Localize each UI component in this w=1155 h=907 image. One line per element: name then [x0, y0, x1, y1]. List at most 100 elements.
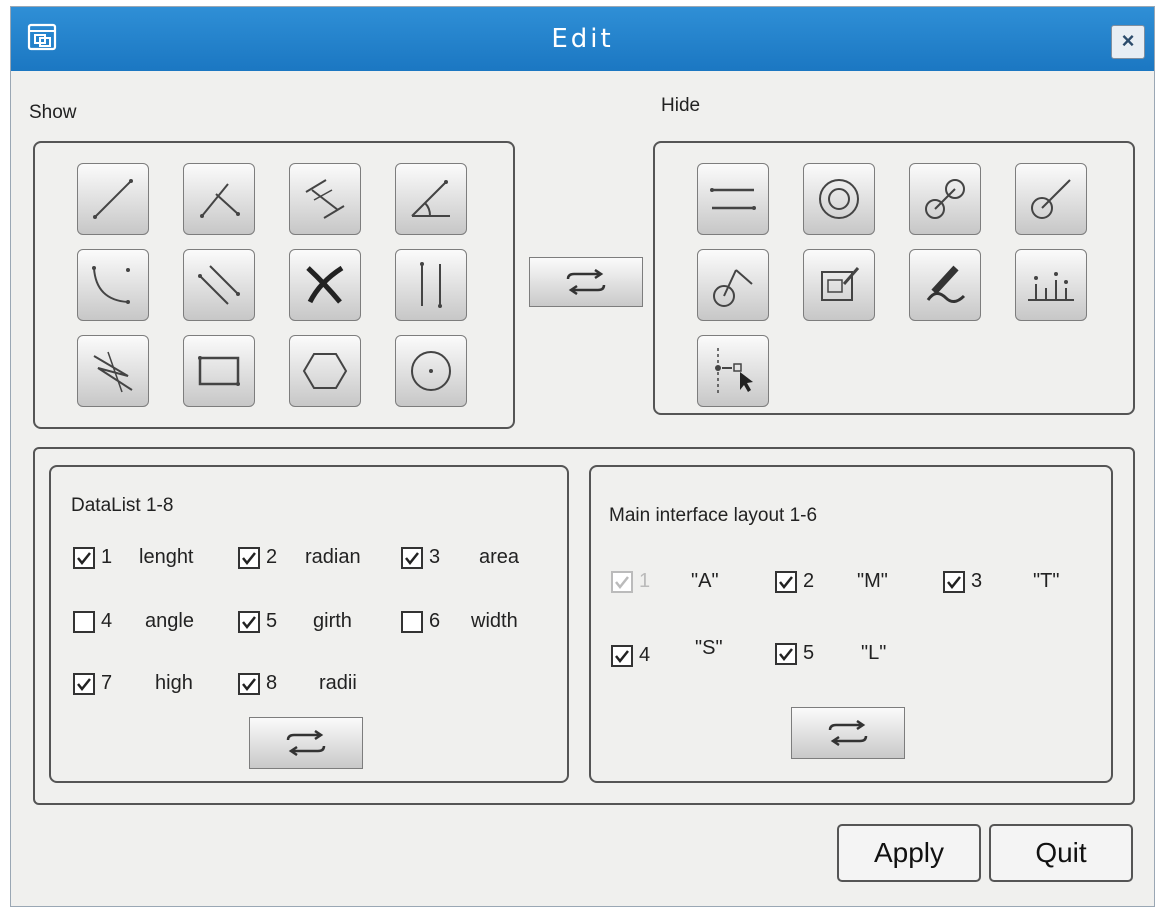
tool-arc-button[interactable] — [77, 249, 149, 321]
datalist-checkbox-5[interactable] — [238, 611, 260, 633]
datalist-checkbox-8[interactable] — [238, 673, 260, 695]
tool-parallel-distance-button[interactable] — [289, 163, 361, 235]
layout-swap-button[interactable] — [791, 707, 905, 759]
tool-point-select-button[interactable] — [697, 335, 769, 407]
datalist-label-2: radian — [305, 546, 361, 568]
show-hide-swap-button[interactable] — [529, 257, 643, 307]
datalist-checkbox-2[interactable] — [238, 547, 260, 569]
tool-zigzag-button[interactable] — [77, 335, 149, 407]
layout-checkbox-3[interactable] — [943, 571, 965, 593]
tool-parallel-lines-button[interactable] — [183, 249, 255, 321]
datalist-label-8: radii — [319, 672, 357, 694]
circle-line-icon — [713, 269, 753, 307]
datalist-checkbox-6[interactable] — [401, 611, 423, 633]
tool-pen-curve-button[interactable] — [909, 249, 981, 321]
datalist-num-7: 7 — [101, 672, 113, 694]
datalist-checkbox-7[interactable] — [73, 673, 95, 695]
angle-icon — [411, 180, 450, 217]
tool-histogram-button[interactable] — [1015, 249, 1087, 321]
check-icon — [242, 678, 256, 692]
check-icon — [779, 648, 793, 662]
layout-label-3: "T" — [1033, 570, 1060, 592]
layout-checkbox-1[interactable] — [611, 571, 633, 593]
title-bar: Edit × — [11, 7, 1154, 71]
cross-curve-icon — [306, 265, 344, 304]
tool-cross-curve-button[interactable] — [289, 249, 361, 321]
datalist-label-5: girth — [313, 610, 352, 632]
tool-circle-tangent-button[interactable] — [1015, 163, 1087, 235]
tool-rectangle-button[interactable] — [183, 335, 255, 407]
tool-vertical-lines-button[interactable] — [395, 249, 467, 321]
show-panel — [33, 141, 515, 429]
circle-center-icon — [411, 351, 451, 391]
datalist-checkbox-4[interactable] — [73, 611, 95, 633]
layout-num-4: 4 — [639, 644, 651, 666]
layout-checkbox-5[interactable] — [775, 643, 797, 665]
datalist-num-6: 6 — [429, 610, 441, 632]
tool-circle-line-button[interactable] — [697, 249, 769, 321]
datalist-label-3: area — [479, 546, 520, 568]
check-icon — [77, 678, 91, 692]
hide-label: Hide — [661, 95, 701, 116]
check-icon — [615, 576, 629, 590]
line-icon — [93, 179, 133, 219]
tool-perpendicular-button[interactable] — [183, 163, 255, 235]
settings-container: DataList 1-8 1 lenght 2 radian 3 area 4 … — [33, 447, 1135, 805]
point-select-icon — [715, 348, 753, 394]
check-icon — [779, 576, 793, 590]
tool-line-button[interactable] — [77, 163, 149, 235]
check-icon — [242, 616, 256, 630]
layout-panel: Main interface layout 1-6 1 "A" 2 "M" 3 … — [589, 465, 1113, 783]
layout-label-4: "S" — [695, 637, 723, 659]
datalist-label-6: width — [471, 610, 518, 632]
apply-button[interactable]: Apply — [837, 824, 981, 882]
layout-title: Main interface layout 1-6 — [609, 505, 818, 526]
tool-angle-button[interactable] — [395, 163, 467, 235]
check-icon — [615, 650, 629, 664]
pen-curve-icon — [926, 265, 966, 303]
layout-num-1: 1 — [639, 570, 651, 592]
quit-button[interactable]: Quit — [989, 824, 1133, 882]
layout-checkbox-2[interactable] — [775, 571, 797, 593]
layout-checkbox-4[interactable] — [611, 645, 633, 667]
parallel-distance-icon — [305, 179, 345, 219]
hexagon-icon — [302, 353, 348, 389]
two-circles-icon — [925, 179, 965, 219]
datalist-num-4: 4 — [101, 610, 113, 632]
swap-arrows-icon — [828, 720, 868, 746]
datalist-num-2: 2 — [266, 546, 278, 568]
check-icon — [947, 576, 961, 590]
tool-horizontal-lines-button[interactable] — [697, 163, 769, 235]
datalist-num-8: 8 — [266, 672, 278, 694]
tool-circle-center-button[interactable] — [395, 335, 467, 407]
datalist-swap-button[interactable] — [249, 717, 363, 769]
swap-arrows-icon — [286, 730, 326, 756]
check-icon — [405, 552, 419, 566]
datalist-checkbox-3[interactable] — [401, 547, 423, 569]
swap-arrows-icon — [566, 269, 606, 295]
window-title: Edit — [551, 24, 614, 54]
perpendicular-line-icon — [200, 183, 240, 218]
tool-hexagon-button[interactable] — [289, 335, 361, 407]
check-icon — [77, 552, 91, 566]
rectangle-icon — [198, 356, 240, 386]
datalist-label-4: angle — [145, 610, 194, 632]
layout-num-2: 2 — [803, 570, 815, 592]
datalist-panel: DataList 1-8 1 lenght 2 radian 3 area 4 … — [49, 465, 569, 783]
tool-concentric-circle-button[interactable] — [803, 163, 875, 235]
check-icon — [242, 552, 256, 566]
datalist-label-7: high — [155, 672, 193, 694]
edit-dialog: Edit × Show Hide DataList 1-8 1 lenght 2… — [10, 6, 1155, 907]
horizontal-lines-icon — [710, 188, 756, 210]
layout-label-2: "M" — [857, 570, 888, 592]
datalist-label-1: lenght — [139, 546, 194, 568]
datalist-num-5: 5 — [266, 610, 278, 632]
tool-two-circles-button[interactable] — [909, 163, 981, 235]
datalist-checkbox-1[interactable] — [73, 547, 95, 569]
datalist-title: DataList 1-8 — [71, 495, 174, 516]
close-button[interactable]: × — [1111, 25, 1145, 59]
layout-label-5: "L" — [861, 642, 887, 664]
datalist-num-3: 3 — [429, 546, 441, 568]
arc-icon — [92, 266, 130, 304]
tool-edit-box-button[interactable] — [803, 249, 875, 321]
